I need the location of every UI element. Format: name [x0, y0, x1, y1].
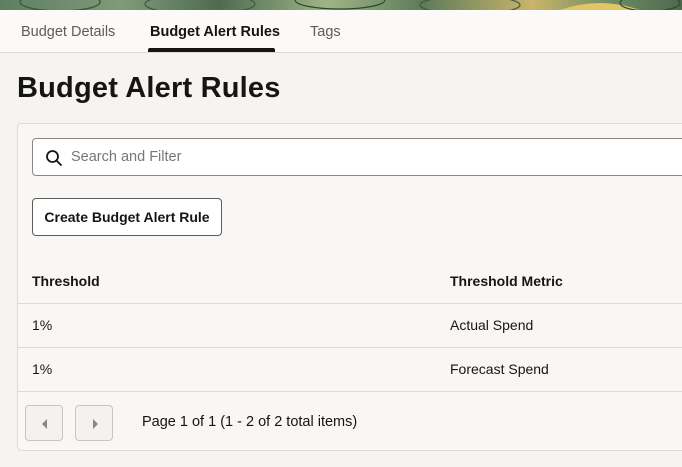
pagination-summary: Page 1 of 1 (1 - 2 of 2 total items) [142, 414, 358, 430]
tab-bar: Budget Details Budget Alert Rules Tags [0, 10, 682, 53]
active-tab-indicator [148, 48, 275, 52]
search-icon [45, 149, 63, 167]
table-row[interactable]: 1% Forecast Spend [18, 348, 682, 392]
decorative-banner [0, 0, 682, 10]
tab-budget-alert-rules[interactable]: Budget Alert Rules [150, 10, 280, 52]
previous-page-button[interactable] [25, 405, 63, 441]
search-field[interactable] [32, 138, 682, 176]
tab-budget-details[interactable]: Budget Details [21, 10, 115, 52]
table-header-row: Threshold Threshold Metric [18, 260, 682, 304]
alert-rules-table: Threshold Threshold Metric 1% Actual Spe… [18, 260, 682, 392]
threshold-cell: 1% [32, 361, 53, 377]
threshold-cell: 1% [32, 317, 53, 333]
column-header-threshold-metric[interactable]: Threshold Metric [450, 260, 563, 302]
chevron-right-icon [93, 419, 98, 429]
page-title: Budget Alert Rules [17, 72, 281, 104]
threshold-metric-cell: Forecast Spend [450, 361, 549, 377]
chevron-left-icon [42, 419, 47, 429]
threshold-metric-cell: Actual Spend [450, 317, 534, 333]
tab-tags[interactable]: Tags [310, 10, 341, 52]
column-header-threshold[interactable]: Threshold [32, 260, 100, 302]
search-input[interactable] [71, 139, 671, 175]
create-budget-alert-rule-button[interactable]: Create Budget Alert Rule [32, 198, 222, 236]
table-row[interactable]: 1% Actual Spend [18, 304, 682, 348]
next-page-button[interactable] [75, 405, 113, 441]
